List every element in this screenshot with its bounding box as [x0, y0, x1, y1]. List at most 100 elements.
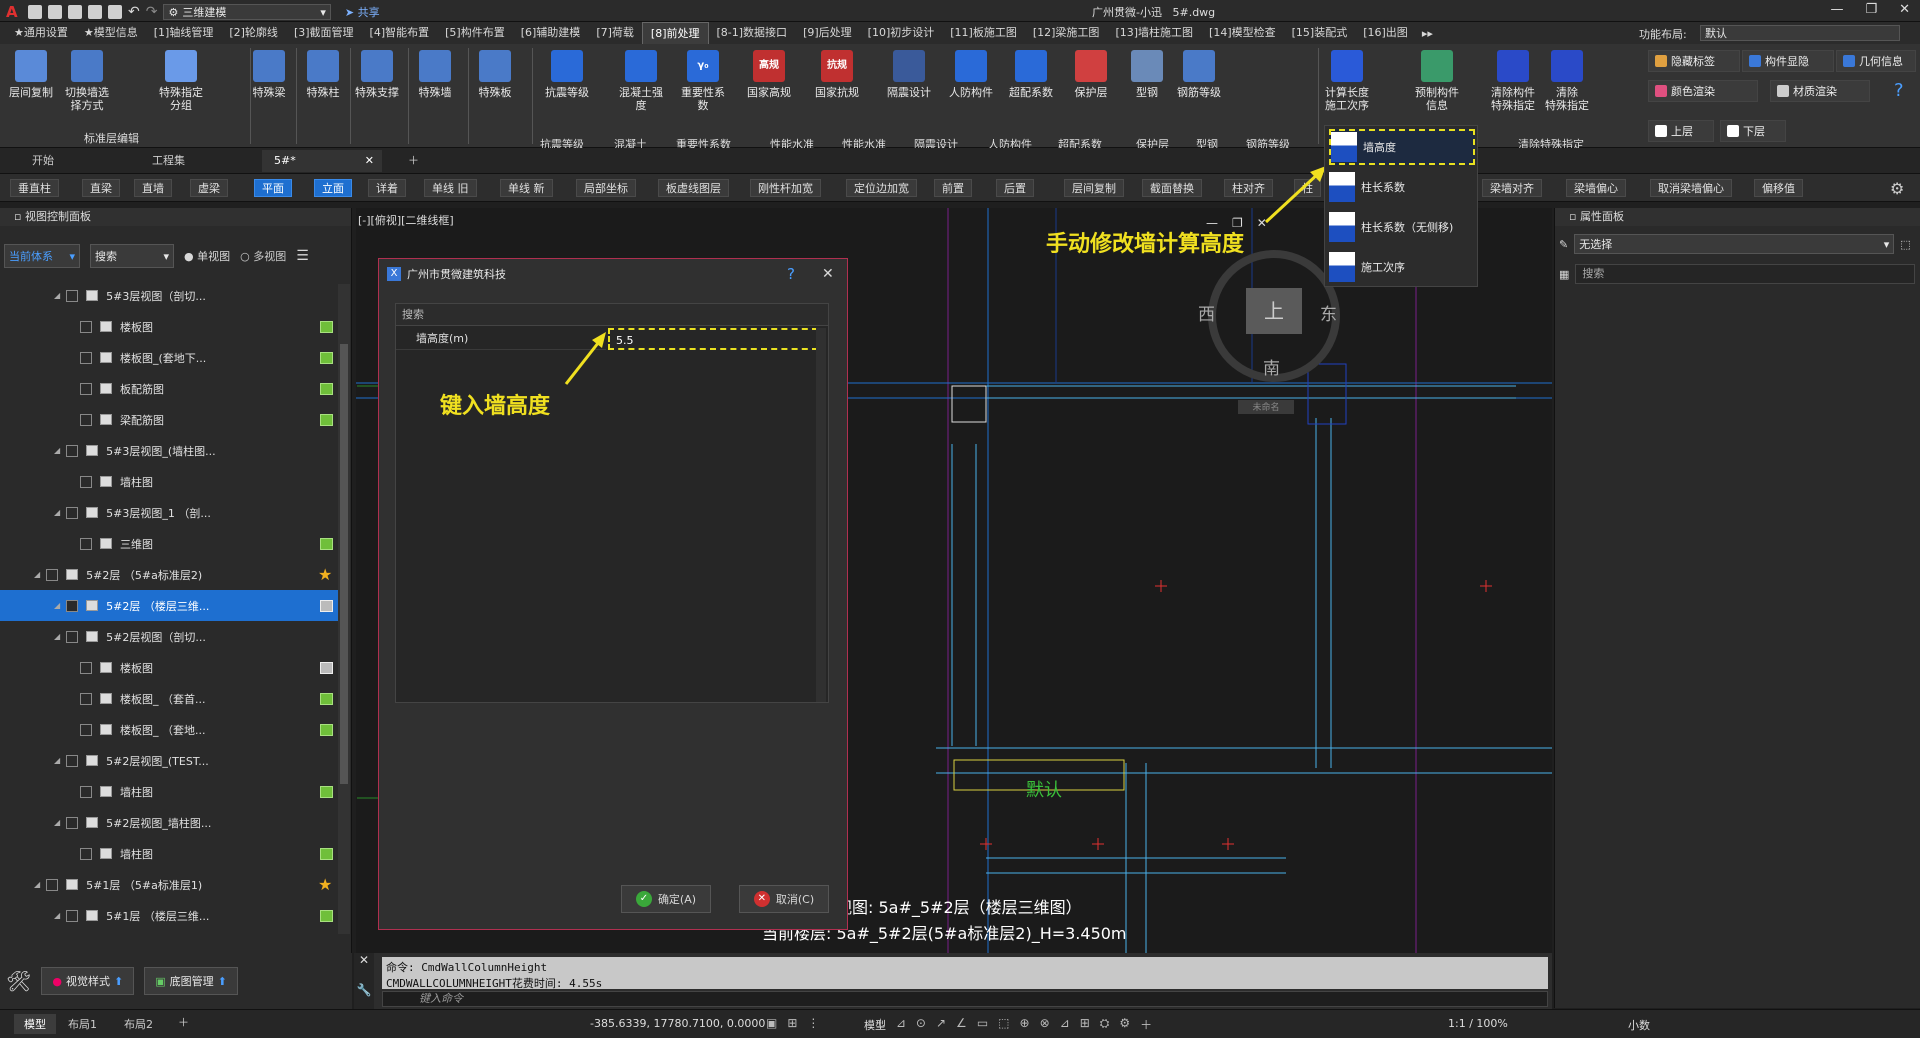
view-cube[interactable]: 上 西 东 南 [1198, 250, 1340, 382]
tree-checkbox[interactable] [80, 661, 92, 674]
status-tool-icon-0[interactable]: ▣ [766, 1016, 777, 1033]
compass-east[interactable]: 东 [1320, 300, 1337, 325]
ribbon-button-18[interactable]: 钢筋等级 [1172, 50, 1226, 99]
ribbon-button-22[interactable]: 清除 特殊指定 [1540, 50, 1594, 112]
tab-project-set[interactable]: 工程集 [140, 150, 197, 172]
redo-icon[interactable]: ↷ [146, 4, 158, 20]
print-icon[interactable] [108, 5, 122, 19]
ribbon-button-1[interactable]: 切换墙选择方式 [60, 50, 114, 112]
ribbon-right-button-2[interactable]: 几何信息 [1836, 50, 1916, 72]
help-icon[interactable]: ? [1894, 80, 1904, 101]
tree-row[interactable]: 梁配筋图 [0, 404, 340, 435]
annotation-scale[interactable]: 1:1 / 100% [1448, 1017, 1508, 1030]
tree-row[interactable]: ◢ 5#2层视图（剖切... [0, 621, 340, 652]
menu-item-10[interactable]: [8-1]数据接口 [709, 22, 796, 44]
status-tool-icon-9[interactable]: ⬚ [998, 1016, 1009, 1033]
dropdown-item-column-coef-nosway[interactable]: 柱长系数（无侧移) [1329, 209, 1475, 245]
menu-overflow-icon[interactable]: ▸▸ [1416, 27, 1439, 40]
ribbon-button-7[interactable]: 特殊板 [468, 50, 522, 99]
layer-visible-icon[interactable] [320, 320, 333, 333]
view-label[interactable]: [-][俯视][二维线框] [358, 212, 454, 228]
tree-checkbox[interactable] [66, 506, 79, 519]
tree-checkbox[interactable] [46, 568, 59, 581]
tool-button-14[interactable]: 后置 [996, 179, 1034, 197]
layer-visible-icon[interactable] [320, 847, 333, 860]
tools-icon[interactable]: 🛠 [6, 969, 31, 993]
ribbon-right-button-0[interactable]: 隐藏标签 [1648, 50, 1740, 72]
tree-checkbox[interactable] [66, 444, 79, 457]
status-tool-icon-7[interactable]: ∠ [956, 1016, 967, 1033]
tool-button-3[interactable]: 虚梁 [190, 179, 228, 197]
menu-item-5[interactable]: [4]智能布置 [362, 22, 438, 44]
tool-button-12[interactable]: 定位边加宽 [846, 179, 917, 197]
menu-item-14[interactable]: [12]梁施工图 [1025, 22, 1108, 44]
tree-row[interactable]: 楼板图_ （套地... [0, 714, 340, 745]
tree-checkbox[interactable] [66, 630, 79, 643]
ribbon-right-button-5[interactable]: 上层 [1648, 120, 1714, 142]
tree-checkbox[interactable] [80, 413, 92, 426]
dropdown-item-wall-height[interactable]: 墙高度 [1329, 129, 1475, 165]
tool-button-13[interactable]: 前置 [934, 179, 972, 197]
tree-checkbox[interactable] [80, 785, 92, 798]
menu-icon[interactable]: ☰ [296, 248, 309, 264]
tree-row[interactable]: 楼板图_(套地下... [0, 342, 340, 373]
tool-button-8[interactable]: 单线 新 [500, 179, 553, 197]
tree-row[interactable]: ◢ 5#3层视图（剖切... [0, 280, 340, 311]
layer-visible-icon[interactable] [320, 351, 333, 364]
layer-visible-icon[interactable] [320, 413, 333, 426]
ribbon-button-11[interactable]: 高规 国家高规 [742, 50, 796, 99]
status-tool-icon-11[interactable]: ⊗ [1040, 1016, 1050, 1033]
tree-expander-icon[interactable]: ◢ [54, 818, 60, 827]
view-cube-top[interactable]: 上 [1246, 288, 1302, 334]
tab-start[interactable]: 开始 [20, 150, 66, 172]
tree-expander-icon[interactable]: ◢ [54, 291, 60, 300]
view-search-select[interactable]: 搜索 ▾ [90, 244, 174, 268]
star-icon[interactable]: ★ [318, 565, 332, 584]
ribbon-button-12[interactable]: 抗规 国家抗规 [810, 50, 864, 99]
menu-item-12[interactable]: [10]初步设计 [860, 22, 943, 44]
ribbon-button-21[interactable]: 清除构件 特殊指定 [1486, 50, 1540, 112]
tree-expander-icon[interactable]: ◢ [54, 632, 60, 641]
restore-icon[interactable]: ❐ [1865, 2, 1877, 17]
ucs-label[interactable]: 未命名 [1238, 400, 1294, 414]
tree-checkbox[interactable] [46, 878, 59, 891]
menu-item-15[interactable]: [13]墙柱施工图 [1107, 22, 1201, 44]
units-select[interactable]: 小数 [1628, 1017, 1650, 1033]
tree-row[interactable]: ◢ 5#1层 （5#a标准层1) ★ [0, 869, 340, 900]
menu-item-2[interactable]: [1]轴线管理 [146, 22, 222, 44]
ribbon-button-5[interactable]: 特殊支撑 [350, 50, 404, 99]
status-tool-icon-5[interactable]: ⊙ [916, 1016, 926, 1033]
layer-visible-icon[interactable] [320, 382, 333, 395]
ribbon-button-19[interactable]: 计算长度 施工次序 [1320, 50, 1374, 112]
ribbon-button-10[interactable]: γ₀ 重要性系数 [676, 50, 730, 112]
tree-row[interactable]: 楼板图_ （套首... [0, 683, 340, 714]
tree-expander-icon[interactable]: ◢ [54, 446, 60, 455]
ribbon-button-15[interactable]: 超配系数 [1004, 50, 1058, 99]
compass-south[interactable]: 南 [1263, 354, 1280, 379]
menu-item-13[interactable]: [11]板施工图 [942, 22, 1025, 44]
ribbon-button-6[interactable]: 特殊墙 [408, 50, 462, 99]
ribbon-button-16[interactable]: 保护层 [1064, 50, 1118, 99]
status-tool-icon-1[interactable]: ⊞ [787, 1016, 797, 1033]
layer-visible-icon[interactable] [320, 785, 333, 798]
tab-model[interactable]: 模型 [14, 1014, 56, 1034]
tool-button-9[interactable]: 局部坐标 [576, 179, 636, 197]
cancel-button[interactable]: ✕ 取消(C) [739, 885, 829, 913]
save-as-icon[interactable] [88, 5, 102, 19]
help-icon[interactable]: ? [787, 265, 795, 283]
save-icon[interactable] [68, 5, 82, 19]
status-tool-icon-15[interactable]: ⚙ [1119, 1016, 1130, 1033]
new-file-icon[interactable] [28, 5, 42, 19]
status-tool-icon-12[interactable]: ⊿ [1060, 1016, 1070, 1033]
tool-button-5[interactable]: 立面 [314, 179, 352, 197]
basemap-manager-button[interactable]: ▣ 底图管理 ⬆ [144, 967, 238, 995]
menu-item-18[interactable]: [16]出图 [1355, 22, 1416, 44]
tree-expander-icon[interactable]: ◢ [34, 880, 40, 889]
add-layout-icon[interactable]: ＋ [178, 1014, 189, 1030]
tab-layout2[interactable]: 布局2 [124, 1016, 153, 1032]
tab-5-drawing[interactable]: 5#* ✕ [262, 150, 382, 172]
compass-west[interactable]: 西 [1198, 300, 1215, 325]
ok-button[interactable]: ✓ 确定(A) [621, 885, 711, 913]
status-tool-icon-8[interactable]: ▭ [977, 1016, 988, 1033]
quick-select-icon[interactable]: ⬚ [1900, 238, 1910, 251]
